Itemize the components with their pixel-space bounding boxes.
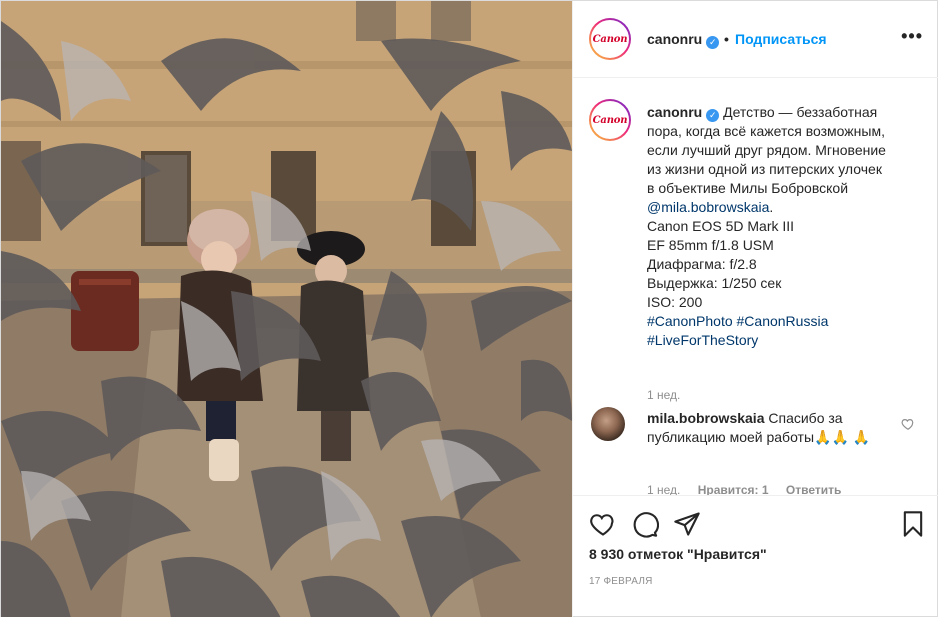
verified-badge-icon: ✓ <box>706 36 720 49</box>
caption-timestamp[interactable]: 1 нед. <box>647 388 680 402</box>
comment-icon[interactable] <box>631 510 659 538</box>
instagram-post: Canon canonru ✓ • Подписаться ••• Canon c… <box>0 0 938 617</box>
spec-line: Диафрагма: f/2.8 <box>647 256 757 272</box>
post-date[interactable]: 17 ФЕВРАЛЯ <box>589 576 653 587</box>
comments-area[interactable]: Canon canonru ✓ Детство — беззаботная пор… <box>573 79 938 495</box>
canon-logo: Canon <box>592 33 628 45</box>
hashtag-links[interactable]: #CanonPhoto #CanonRussia <box>647 312 917 331</box>
likes-count[interactable]: 8 930 отметок "Нравится" <box>589 546 767 562</box>
canon-logo: Canon <box>592 114 628 126</box>
verified-badge-icon: ✓ <box>706 109 720 122</box>
caption-line: Детство — беззаботная <box>723 104 878 120</box>
comment-likes[interactable]: Нравится: 1 <box>698 483 769 495</box>
heart-icon[interactable] <box>589 510 617 538</box>
author-username-text[interactable]: canonru <box>647 31 702 47</box>
separator-dot: • <box>724 31 729 47</box>
follow-button[interactable]: Подписаться <box>735 31 827 47</box>
commenter-avatar[interactable] <box>591 407 625 441</box>
comment-timestamp[interactable]: 1 нед. <box>647 483 680 495</box>
author-avatar[interactable]: Canon <box>589 18 631 60</box>
caption-line: в объективе Милы Бобровской <box>647 180 849 196</box>
spec-line: Canon EOS 5D Mark III <box>647 218 795 234</box>
post-actions: 8 930 отметок "Нравится" 17 ФЕВРАЛЯ <box>573 495 938 617</box>
mention-link[interactable]: @mila.bobrowskaia <box>647 199 769 215</box>
comment-text: mila.bobrowskaia Спасибо за публикацию м… <box>647 409 887 447</box>
heart-outline-icon[interactable] <box>901 417 915 431</box>
more-options-icon[interactable]: ••• <box>901 26 923 47</box>
bookmark-icon[interactable] <box>899 510 927 538</box>
post-header: Canon canonru ✓ • Подписаться ••• <box>573 1 938 78</box>
caption-avatar[interactable]: Canon <box>589 99 631 141</box>
caption-text: canonru ✓ Детство — беззаботная пора, ког… <box>647 103 917 350</box>
post-side-panel: Canon canonru ✓ • Подписаться ••• Canon c… <box>572 1 938 617</box>
post-photo[interactable] <box>1 1 572 617</box>
spec-line: EF 85mm f/1.8 USM <box>647 237 774 253</box>
comment-meta: 1 нед. Нравится: 1 Ответить <box>647 483 855 495</box>
caption-username[interactable]: canonru <box>647 104 702 120</box>
spec-line: ISO: 200 <box>647 294 703 310</box>
hashtag-link[interactable]: #LiveForTheStory <box>647 331 917 350</box>
caption-line: из жизни одной из питерских улочек <box>647 161 882 177</box>
mention-suffix: . <box>769 199 774 215</box>
share-icon[interactable] <box>673 510 701 538</box>
caption-line: если лучший друг рядом. Мгновение <box>647 142 886 158</box>
reply-button[interactable]: Ответить <box>786 483 841 495</box>
author-username[interactable]: canonru ✓ <box>647 31 720 49</box>
caption-line: пора, когда всё кажется возможным, <box>647 123 885 139</box>
spec-line: Выдержка: 1/250 сек <box>647 275 782 291</box>
commenter-username[interactable]: mila.bobrowskaia <box>647 410 764 426</box>
photo-illustration <box>1 1 572 617</box>
